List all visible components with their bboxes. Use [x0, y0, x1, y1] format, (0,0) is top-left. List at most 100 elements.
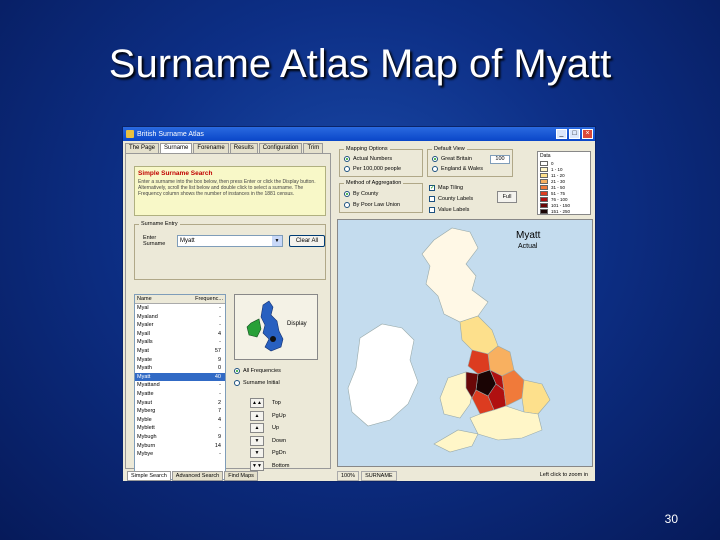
radio-icon[interactable] [234, 380, 240, 386]
list-item[interactable]: Myburn 14 [135, 442, 225, 451]
checkbox-label: Map Tiling [438, 185, 464, 191]
option-label: Actual Numbers [353, 156, 393, 162]
list-item-frequency: 4 [217, 416, 221, 423]
list-item-frequency: - [219, 313, 221, 320]
radio-icon[interactable] [432, 166, 438, 172]
legend-label: 101 - 150 [551, 202, 571, 208]
surname-map[interactable]: Myatt Actual [337, 219, 593, 467]
list-item[interactable]: Mybugh 9 [135, 433, 225, 442]
tab-forename[interactable]: Forename [193, 143, 229, 153]
list-item[interactable]: Myaler - [135, 321, 225, 330]
value-labels-checkbox[interactable]: Value Labels [429, 207, 469, 213]
option-label: Surname Initial [243, 380, 280, 386]
actual-numbers-option[interactable]: Actual Numbers [344, 156, 392, 162]
list-item[interactable]: Myath 0 [135, 364, 225, 373]
list-item[interactable]: Myat 57 [135, 347, 225, 356]
great-britain-option[interactable]: Great Britain [432, 156, 472, 162]
list-item[interactable]: Myaut 2 [135, 399, 225, 408]
default-view-group: Default View Great Britain England & Wal… [427, 146, 513, 177]
display-label: Display [287, 321, 307, 327]
surname-combobox[interactable]: Myatt ▼ [177, 235, 283, 247]
column-name[interactable]: Name [135, 295, 193, 303]
option-label: Per 100,000 people [353, 166, 402, 172]
radio-icon[interactable] [344, 156, 350, 162]
nav-button-top[interactable]: ▲▲ [250, 398, 264, 408]
legend-swatch [540, 166, 548, 172]
nav-button-down[interactable]: ▼ [250, 435, 264, 446]
list-item[interactable]: Myblett - [135, 424, 225, 433]
radio-icon[interactable] [344, 202, 350, 208]
list-item-name: Myburn [137, 442, 156, 449]
surname-list[interactable]: Name Frequenc... Myal - Myaland - Myaler - Mya… [134, 294, 226, 480]
east-anglia-shape [521, 379, 551, 415]
map-thumbnail[interactable]: Display [234, 294, 318, 360]
list-item[interactable]: Myaland - [135, 313, 225, 322]
tab-configuration[interactable]: Configuration [258, 143, 303, 153]
nav-button-up[interactable]: ▲ [250, 423, 264, 433]
legend-swatch [540, 202, 548, 208]
tab-advanced-search[interactable]: Advanced Search [171, 471, 224, 481]
tab-simple-search[interactable]: Simple Search [127, 471, 171, 481]
by-poor-law-union-option[interactable]: By Poor Law Union [344, 202, 400, 208]
legend-label: 151 - 250 [551, 208, 571, 214]
maximize-button[interactable]: □ [569, 129, 580, 139]
list-item[interactable]: Myble 4 [135, 416, 225, 425]
radio-icon[interactable] [234, 368, 240, 374]
tab-surname[interactable]: Surname [160, 143, 193, 153]
nav-button-bottom[interactable]: ▼▼ [250, 460, 264, 471]
legend-swatch [540, 184, 548, 190]
list-item[interactable]: Mybye - [135, 450, 225, 459]
by-county-option[interactable]: By County [344, 191, 378, 197]
checkbox-icon[interactable] [429, 184, 435, 191]
list-item[interactable]: Myate 9 [135, 356, 225, 365]
nav-button-pgdn[interactable]: ▼ [250, 448, 264, 458]
england-wales-option[interactable]: England & Wales [432, 166, 483, 172]
column-frequency[interactable]: Frequenc... [193, 295, 225, 303]
option-label: By Poor Law Union [353, 202, 401, 208]
list-item[interactable]: Myberg 7 [135, 407, 225, 416]
legend-swatch [540, 178, 548, 184]
tab-title-page[interactable]: The Page [125, 143, 160, 153]
list-item[interactable]: Myatt 40 [135, 372, 225, 382]
south-west-shape [433, 429, 479, 453]
list-item[interactable]: Myattand - [135, 381, 225, 390]
legend-swatch [540, 190, 548, 196]
list-item[interactable]: Myal - [135, 304, 225, 313]
nav-button-pgup[interactable]: ▲ [250, 410, 264, 421]
list-item[interactable]: Myatte - [135, 390, 225, 399]
map-tiling-checkbox[interactable]: Map Tiling [429, 184, 464, 191]
clear-all-button[interactable]: Clear All [289, 235, 325, 247]
list-item-name: Myberg [137, 408, 156, 415]
mapping-options-group: Mapping Options Actual Numbers Per 100,0… [339, 146, 423, 177]
chevron-down-icon[interactable]: ▼ [272, 236, 282, 246]
northern-england-shape [459, 315, 499, 355]
list-item[interactable]: Myall 4 [135, 330, 225, 339]
info-box: Simple Surname Search Enter a surname in… [134, 166, 326, 216]
tab-find-maps[interactable]: Find Maps [224, 471, 258, 481]
all-frequencies-option[interactable]: All Frequencies [234, 368, 281, 374]
legend-label: 21 - 30 [551, 178, 566, 184]
view-value-field[interactable]: 100 [490, 155, 510, 164]
slide-title: Surname Atlas Map of Myatt [108, 42, 612, 86]
list-item-name: Myall [137, 330, 150, 337]
list-item-name: Myat [137, 347, 149, 354]
close-button[interactable]: × [582, 129, 593, 139]
surname-initial-option[interactable]: Surname Initial [234, 380, 280, 386]
radio-icon[interactable] [432, 156, 438, 162]
radio-icon[interactable] [344, 166, 350, 172]
radio-icon[interactable] [344, 191, 350, 197]
checkbox-icon[interactable] [429, 196, 435, 202]
full-view-button[interactable]: Full [497, 191, 517, 203]
search-mode-tabs: Simple Search Advanced Search Find Maps [127, 471, 259, 481]
per-100000-option[interactable]: Per 100,000 people [344, 166, 401, 172]
option-label: England & Wales [441, 166, 483, 172]
list-item-frequency: - [219, 451, 221, 458]
minimize-button[interactable]: _ [556, 129, 567, 139]
tab-results[interactable]: Results [229, 143, 258, 153]
surname-value: Myatt [180, 238, 195, 244]
tab-trim[interactable]: Trim [303, 143, 324, 153]
group-label: Surname Entry [139, 221, 180, 227]
checkbox-icon[interactable] [429, 207, 435, 213]
list-item[interactable]: Myalls - [135, 338, 225, 347]
county-labels-checkbox[interactable]: County Labels [429, 196, 473, 202]
